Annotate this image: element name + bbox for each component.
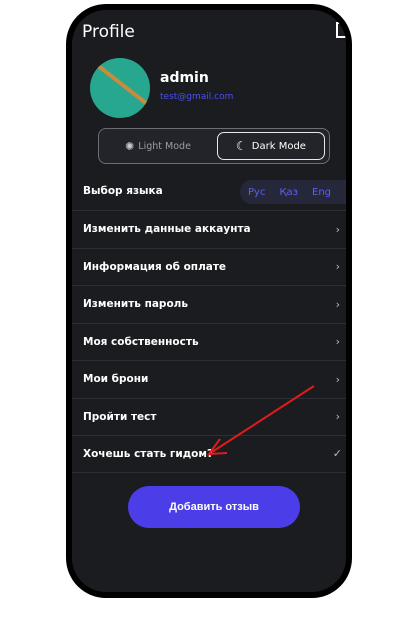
chevron-right-icon: › bbox=[335, 372, 340, 386]
language-label: Выбор языка bbox=[83, 185, 163, 197]
menu-item-label: Пройти тест bbox=[83, 410, 157, 423]
menu-item-edit-account[interactable]: Изменить данные аккаунта › bbox=[72, 210, 346, 248]
chevron-right-icon: › bbox=[335, 335, 340, 349]
avatar[interactable] bbox=[90, 58, 150, 118]
menu-item-label: Изменить пароль bbox=[83, 298, 188, 311]
menu-item-my-bookings[interactable]: Мои брони › bbox=[72, 360, 346, 398]
avatar-stripe bbox=[91, 59, 150, 113]
settings-menu: Изменить данные аккаунта › Информация об… bbox=[72, 210, 346, 473]
menu-item-label: Изменить данные аккаунта bbox=[83, 223, 251, 236]
username: admin bbox=[160, 70, 209, 86]
chevron-right-icon: › bbox=[335, 260, 340, 274]
dark-mode-label: Dark Mode bbox=[251, 140, 306, 152]
language-option-ru[interactable]: Рус bbox=[248, 187, 265, 198]
language-option-en[interactable]: Eng bbox=[312, 187, 331, 198]
chevron-right-icon: › bbox=[335, 222, 340, 236]
check-icon: ✓ bbox=[332, 447, 342, 461]
chevron-right-icon: › bbox=[335, 410, 340, 424]
menu-item-label: Хочешь стать гидом? bbox=[83, 447, 214, 460]
language-row: Выбор языка Рус Қаз Eng bbox=[72, 174, 346, 210]
moon-icon: ☾ bbox=[236, 139, 247, 153]
add-review-button[interactable]: Добавить отзыв bbox=[128, 486, 300, 528]
page-title: Profile bbox=[82, 22, 135, 42]
theme-toggle: ✺ Light Mode ☾ Dark Mode bbox=[98, 128, 330, 164]
sun-icon: ✺ bbox=[125, 139, 135, 153]
menu-item-payment-info[interactable]: Информация об оплате › bbox=[72, 247, 346, 286]
language-option-kz[interactable]: Қаз bbox=[279, 187, 298, 198]
profile-screen: Profile admin test@gmail.com ✺ Light Mod… bbox=[72, 10, 346, 592]
menu-item-label: Мои брони bbox=[83, 373, 149, 386]
menu-item-my-property[interactable]: Моя собственность › bbox=[72, 322, 346, 361]
language-selector: Рус Қаз Eng bbox=[240, 180, 346, 204]
chevron-right-icon: › bbox=[335, 297, 340, 311]
menu-item-take-test[interactable]: Пройти тест › bbox=[72, 397, 346, 436]
user-email: test@gmail.com bbox=[160, 92, 234, 102]
light-mode-button[interactable]: ✺ Light Mode bbox=[103, 133, 213, 159]
dark-mode-button[interactable]: ☾ Dark Mode bbox=[217, 132, 325, 160]
menu-item-change-password[interactable]: Изменить пароль › bbox=[72, 285, 346, 323]
light-mode-label: Light Mode bbox=[138, 140, 191, 152]
logout-icon[interactable] bbox=[336, 22, 346, 38]
menu-item-become-guide[interactable]: Хочешь стать гидом? ✓ bbox=[72, 435, 346, 473]
menu-item-label: Информация об оплате bbox=[83, 260, 227, 273]
menu-item-label: Моя собственность bbox=[83, 335, 199, 348]
